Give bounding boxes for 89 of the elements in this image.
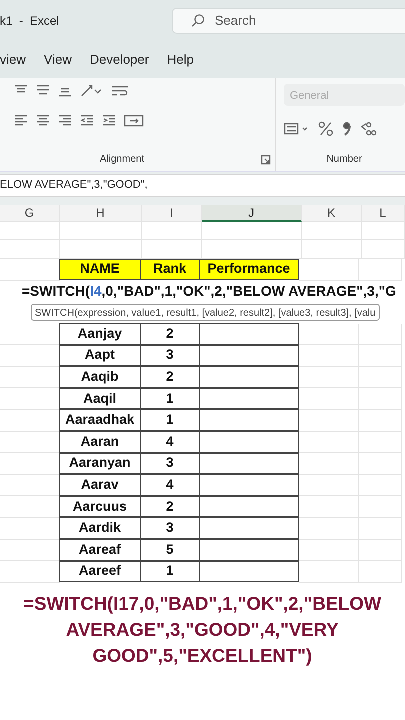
empty-cell (359, 540, 402, 562)
wrap-text-icon (110, 84, 130, 98)
empty-cell (299, 540, 359, 562)
table-cell: 2 (140, 323, 200, 345)
window-title: k1 - Excel (0, 13, 60, 30)
empty-cell (359, 432, 402, 454)
empty-cell (359, 324, 402, 346)
empty-cell (142, 222, 202, 240)
orientation-icon (80, 84, 102, 98)
column-header[interactable]: H (60, 205, 142, 222)
table-cell: 2 (140, 496, 200, 518)
formula-bar[interactable]: ELOW AVERAGE",3,"GOOD", (0, 174, 405, 197)
comma-style-icon[interactable] (342, 121, 352, 137)
ribbon-tab[interactable]: Developer (80, 50, 158, 70)
empty-cell (0, 222, 60, 240)
empty-cell (302, 240, 362, 259)
function-tooltip: SWITCH(expression, value1, result1, [value2, result2], [value3, result3], [valu (31, 304, 380, 322)
empty-cell (299, 345, 359, 367)
column-header[interactable]: G (0, 205, 60, 222)
empty-cell (302, 222, 362, 240)
table-cell: Aareef (59, 560, 141, 582)
table-cell: 1 (140, 409, 200, 432)
empty-cell (299, 518, 359, 540)
search-field[interactable]: Search (172, 8, 405, 34)
empty-cell (299, 474, 359, 496)
table-cell: 1 (140, 560, 200, 582)
ribbon-tab[interactable]: Help (158, 50, 203, 70)
empty-cell (299, 432, 359, 454)
table-cell: Aaraadhak (59, 409, 141, 432)
column-heading: Performance (199, 258, 299, 280)
empty-cell (299, 453, 359, 475)
column-heading: Rank (140, 258, 200, 280)
empty-cell (359, 474, 402, 496)
decrease-indent-icon (80, 114, 94, 128)
table-cell: 3 (140, 344, 200, 366)
group-label: Number (326, 153, 364, 167)
table-cell: Aaqib (59, 366, 141, 388)
table-cell: Aaran (59, 431, 141, 453)
table-cell: 2 (140, 366, 200, 388)
align-icon (58, 114, 72, 128)
search-placeholder: Search (215, 12, 256, 30)
table-cell: Aaqil (59, 388, 141, 410)
table-cell: Aarcuus (59, 496, 141, 518)
table-cell: Aaranyan (59, 452, 141, 474)
empty-cell (299, 366, 359, 388)
table-cell: 3 (140, 517, 200, 540)
table-cell: 4 (140, 474, 200, 496)
empty-cell (299, 496, 359, 518)
column-header[interactable]: J (202, 205, 302, 222)
empty-cell (299, 388, 359, 410)
table-cell: 3 (140, 452, 200, 474)
empty-cell (359, 345, 402, 367)
table-cell: 5 (140, 539, 200, 561)
align-icon (36, 114, 50, 128)
table-cell: 4 (140, 431, 200, 453)
column-heading: NAME (59, 258, 141, 280)
formula-edit-text[interactable]: =SWITCH(I4,0,"BAD",1,"OK",2,"BELOW AVERAGE",3,"G (0, 280, 405, 302)
empty-cell (359, 518, 402, 540)
empty-cell (359, 410, 402, 432)
table-cell: 1 (140, 388, 200, 410)
empty-cell (359, 388, 402, 410)
ribbon-tab[interactable]: View (35, 50, 81, 70)
column-header[interactable]: L (362, 205, 405, 222)
empty-cell (359, 453, 402, 475)
empty-cell (359, 561, 402, 583)
table-cell: Aarav (59, 474, 141, 496)
ribbon-tab[interactable]: view (0, 50, 36, 70)
empty-cell (0, 240, 60, 259)
column-header[interactable]: K (302, 205, 362, 222)
search-icon (191, 14, 205, 28)
column-header[interactable]: I (142, 205, 202, 222)
formula-caption: =SWITCH(I17,0,"BAD",1,"OK",2,"BELOW AVERAGE",3,"GOOD",4,"VERY GOOD",5,"EXCELLENT") (22, 592, 382, 668)
table-cell: Aanjay (59, 323, 141, 345)
empty-cell (299, 410, 359, 432)
empty-cell (359, 496, 402, 518)
empty-cell (362, 222, 405, 240)
merge-cells-icon (124, 114, 144, 128)
percent-icon[interactable] (318, 121, 334, 137)
align-icon (14, 114, 28, 128)
increase-indent-icon (102, 114, 116, 128)
empty-cell (299, 561, 359, 583)
table-cell: Aareaf (59, 539, 141, 561)
group-label: Alignment (100, 153, 144, 167)
empty-cell (362, 240, 405, 259)
empty-cell (299, 324, 359, 346)
table-cell: Aardik (59, 517, 141, 540)
dialog-launcher-icon[interactable] (261, 154, 271, 164)
table-cell: Aapt (59, 344, 141, 366)
empty-cell (359, 366, 402, 388)
